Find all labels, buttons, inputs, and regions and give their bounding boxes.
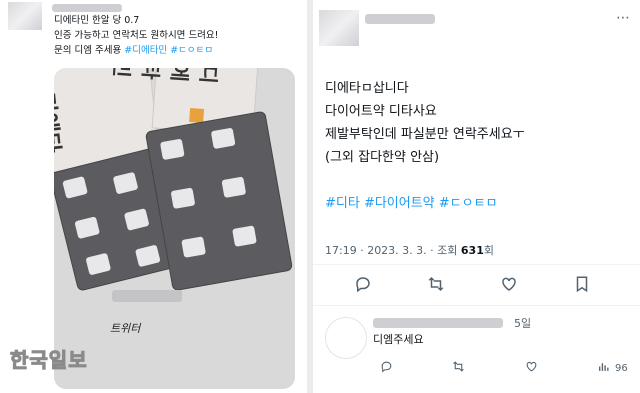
blurred-avatar <box>319 10 359 46</box>
tweet-line-4: (그외 잡다한약 안삼) <box>325 150 440 165</box>
tweet-meta: 17:19 · 2023. 3. 3. · 조회 631회 <box>325 242 494 258</box>
bookmark-icon[interactable] <box>572 275 592 295</box>
reply-avatar[interactable] <box>325 317 367 359</box>
tweet-photo[interactable]: 디에타 디에타민 트위터 <box>54 68 295 389</box>
divider <box>313 264 640 265</box>
left-hashtags[interactable]: #디에타민 #ㄷㅇㅌㅁ <box>124 45 213 56</box>
like-icon[interactable] <box>499 275 519 295</box>
more-options-icon[interactable]: ⋯ <box>613 8 633 28</box>
handwritten-note: 트위터 <box>110 322 141 335</box>
blurred-username <box>365 14 435 24</box>
left-tweet-line-3: 문의 디엠 주세용 #디에타민 #ㄷㅇㅌㅁ <box>54 44 213 58</box>
reply-view-count: 96 <box>615 363 628 374</box>
reply-icon[interactable] <box>376 359 396 379</box>
tweet-timestamp[interactable]: 17:19 · 2023. 3. 3. · 조회 <box>325 244 461 257</box>
view-count-suffix: 회 <box>483 244 494 257</box>
blurred-avatar <box>8 2 42 30</box>
left-tweet-card: 디에타민 한알 당 0.7 인증 가능하고 연락처도 원하시면 드려요! 문의 … <box>0 0 307 393</box>
blurred-username <box>52 4 122 12</box>
photo-box-label-1: 디에타 <box>54 91 64 155</box>
reply-icon[interactable] <box>353 275 373 295</box>
retweet-icon[interactable] <box>426 275 446 295</box>
left-tweet-line-3-text: 문의 디엠 주세용 <box>54 45 125 56</box>
retweet-icon[interactable] <box>448 359 468 379</box>
tweet-line-1: 디에타ㅁ삽니다 <box>325 81 409 96</box>
view-count: 631 <box>460 244 484 257</box>
watermark-logo: 한국일보 <box>10 348 88 373</box>
right-hashtags[interactable]: #디타 #다이어트약 #ㄷㅇㅌㅁ <box>325 195 498 213</box>
reply-text: 디엠주세요 <box>373 333 424 346</box>
divider <box>313 305 640 306</box>
left-tweet-line-1: 디에타민 한알 당 0.7 <box>54 15 140 26</box>
views-icon[interactable] <box>593 359 613 379</box>
blurred-handle-in-photo <box>112 290 182 302</box>
reply-time: 5일 <box>514 317 532 330</box>
tweet-line-3: 제발부탁인데 파실분만 연락주세요ㅜ <box>325 127 525 142</box>
like-icon[interactable] <box>521 359 541 379</box>
left-tweet-line-2: 인증 가능하고 연락처도 원하시면 드려요! <box>54 30 219 41</box>
tweet-line-2: 다이어트약 디타사요 <box>325 104 437 119</box>
blurred-reply-username <box>373 318 503 328</box>
right-tweet-card: ⋯ 디에타ㅁ삽니다 다이어트약 디타사요 제발부탁인데 파실분만 연락주세요ㅜ … <box>313 0 640 393</box>
